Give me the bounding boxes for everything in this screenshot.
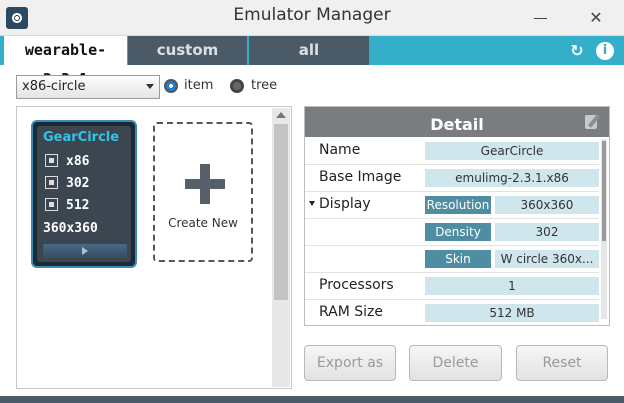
skin-key: Skin: [425, 250, 491, 268]
detail-row-density: Density 302: [305, 219, 599, 246]
detail-scrollbar[interactable]: [601, 139, 607, 319]
delete-button[interactable]: Delete: [409, 345, 502, 381]
edit-icon[interactable]: [583, 112, 603, 132]
vm-card[interactable]: GearCircle x86 302 512 360x360: [31, 120, 137, 268]
create-new-button[interactable]: Create New: [153, 122, 253, 262]
title-bar: Emulator Manager ✕: [0, 0, 624, 36]
detail-row-processors: Processors 1: [305, 273, 599, 300]
tree-view-label: tree: [251, 78, 278, 93]
vm-arch-row: x86: [45, 154, 89, 172]
detail-row-base-image: Base Image emulimg-2.3.1.x86: [305, 165, 599, 192]
tree-view-radio[interactable]: [230, 79, 244, 93]
cpu-icon: [45, 154, 58, 167]
close-button[interactable]: ✕: [582, 6, 610, 30]
detail-row-display[interactable]: Display Resolution 360x360: [305, 192, 599, 219]
base-image-value: emulimg-2.3.1.x86: [425, 169, 599, 187]
processors-key: Processors: [319, 277, 394, 293]
ram-value: 512 MB: [425, 304, 599, 322]
detail-title: Detail: [430, 115, 484, 134]
name-key: Name: [319, 142, 361, 158]
platform-select-value: x86-circle: [22, 79, 86, 94]
vm-card-body: GearCircle x86 302 512 360x360: [37, 126, 131, 262]
vm-name: GearCircle: [43, 130, 120, 145]
minimize-button[interactable]: [526, 6, 554, 30]
resolution-value: 360x360: [495, 196, 599, 214]
detail-row-ram: RAM Size 512 MB: [305, 300, 599, 327]
detail-header: Detail: [305, 107, 609, 137]
memory-icon: [45, 198, 58, 211]
list-scrollbar[interactable]: [272, 108, 290, 387]
tab-wearable[interactable]: wearable-2.3.1: [4, 36, 127, 88]
detail-row-skin: Skin W circle 360x...: [305, 246, 599, 273]
density-key: Density: [425, 223, 491, 241]
skin-value: W circle 360x...: [495, 250, 599, 268]
reset-button[interactable]: Reset: [516, 345, 608, 381]
vm-ram-row: 512: [45, 198, 89, 216]
tab-bar: wearable-2.3.1 custom all: [0, 36, 624, 88]
item-view-radio[interactable]: [164, 79, 178, 93]
launch-button[interactable]: [43, 244, 127, 258]
item-view-label: item: [184, 78, 214, 93]
export-as-button[interactable]: Export as: [304, 345, 396, 381]
chevron-down-icon: [146, 84, 154, 89]
scroll-thumb[interactable]: [274, 124, 288, 300]
density-value: 302: [495, 223, 599, 241]
resolution-key: Resolution: [425, 196, 491, 214]
vm-arch: x86: [66, 154, 90, 169]
display-key[interactable]: Display: [309, 196, 371, 212]
base-image-key: Base Image: [319, 169, 402, 185]
vm-screen: 360x360: [43, 221, 98, 236]
vm-resolution-row: 302: [45, 176, 89, 194]
vm-ram: 512: [66, 198, 90, 213]
create-new-label: Create New: [168, 216, 238, 230]
tab-custom[interactable]: custom: [128, 36, 247, 65]
expand-arrow-icon: [309, 201, 315, 206]
refresh-icon[interactable]: ↻: [568, 42, 586, 60]
ram-key: RAM Size: [319, 304, 384, 320]
detail-row-name: Name GearCircle: [305, 138, 599, 165]
name-value: GearCircle: [425, 142, 599, 160]
processors-value: 1: [425, 277, 599, 295]
platform-select[interactable]: x86-circle: [16, 75, 160, 99]
detail-panel: Detail Name GearCircle Base Image emulim…: [304, 106, 610, 326]
tab-all[interactable]: all: [249, 36, 369, 65]
info-icon[interactable]: i: [596, 42, 614, 60]
display-key-label: Display: [319, 196, 371, 212]
plus-icon: [185, 164, 225, 204]
vm-resolution: 302: [66, 176, 90, 191]
display-icon: [45, 176, 58, 189]
status-bar: [0, 396, 624, 403]
scroll-up-icon[interactable]: [276, 112, 286, 118]
